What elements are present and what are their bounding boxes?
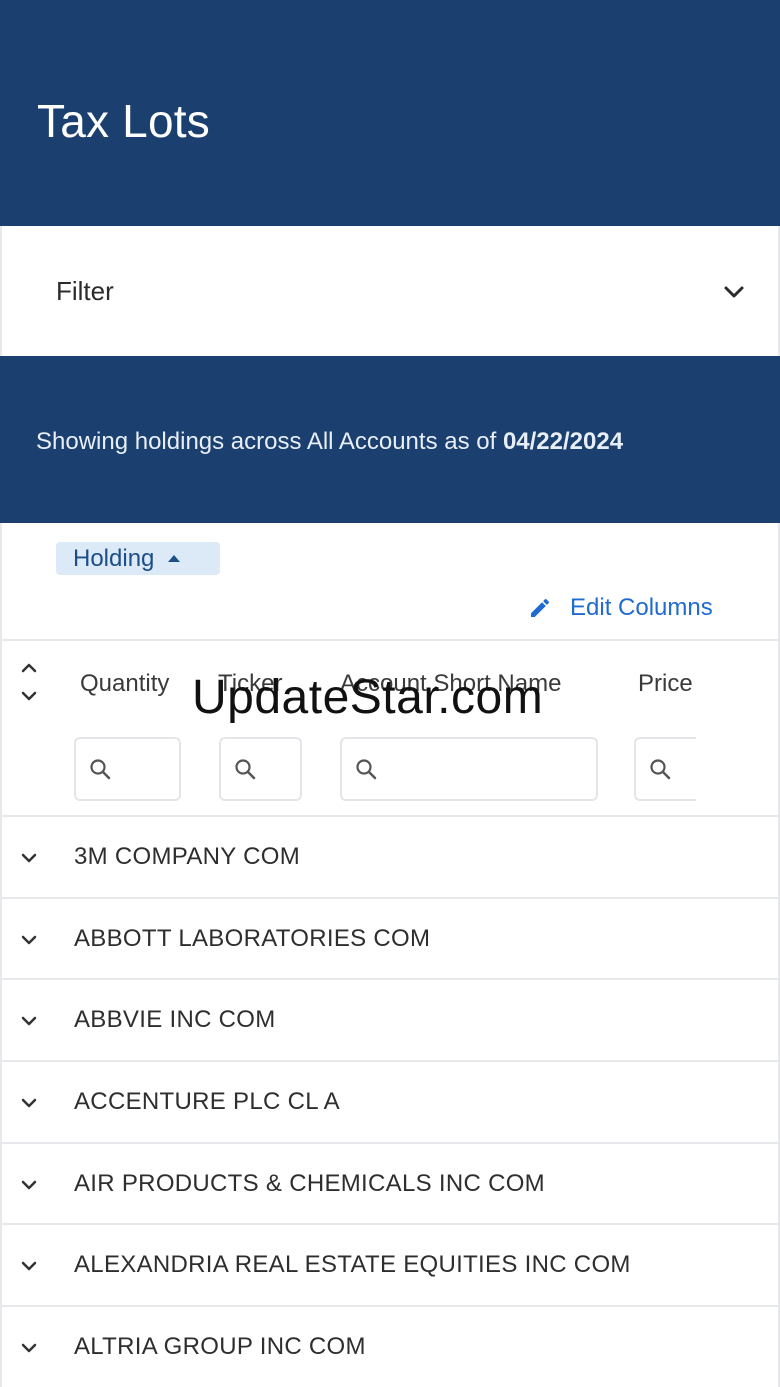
holding-name: ALTRIA GROUP INC COM	[74, 1332, 366, 1360]
chevron-down-icon[interactable]	[19, 1095, 39, 1111]
search-icon	[235, 759, 256, 780]
chevron-down-icon[interactable]	[19, 1177, 39, 1193]
holdings-list: 3M COMPANY COM ABBOTT LABORATORIES COM A…	[2, 817, 778, 1387]
table-header: Quantity Ticker Account Short Name Price	[2, 639, 778, 817]
holdings-banner: Showing holdings across All Accounts as …	[0, 356, 780, 523]
search-icon	[650, 759, 671, 780]
holding-name: ALEXANDRIA REAL ESTATE EQUITIES INC COM	[74, 1251, 631, 1279]
chevron-down-icon[interactable]	[19, 1013, 39, 1029]
holding-name: ACCENTURE PLC CL A	[74, 1087, 340, 1115]
holdings-summary: Showing holdings across All Accounts as …	[36, 428, 623, 456]
chevron-down-icon[interactable]	[720, 278, 748, 306]
chevron-down-icon[interactable]	[19, 850, 39, 866]
search-icon	[90, 759, 111, 780]
expand-collapse-all-icon[interactable]	[18, 659, 40, 705]
ticker-search-input[interactable]	[219, 737, 302, 801]
as-of-date: 04/22/2024	[502, 428, 624, 455]
holding-name: AIR PRODUCTS & CHEMICALS INC COM	[74, 1169, 545, 1197]
table-row[interactable]: ALTRIA GROUP INC COM	[2, 1307, 778, 1387]
group-chip-label: Holding	[73, 544, 155, 572]
table-row[interactable]: ACCENTURE PLC CL A	[2, 1062, 778, 1144]
filter-toggle[interactable]: Filter	[0, 226, 780, 356]
table-row[interactable]: ABBVIE INC COM	[2, 980, 778, 1063]
chevron-down-icon[interactable]	[19, 1340, 39, 1356]
column-header-quantity[interactable]: Quantity	[80, 670, 169, 698]
table-row[interactable]: ALEXANDRIA REAL ESTATE EQUITIES INC COM	[2, 1225, 778, 1308]
chevron-down-icon[interactable]	[19, 1258, 39, 1274]
caret-up-icon	[168, 555, 181, 562]
price-search-input[interactable]	[634, 737, 696, 801]
watermark: UpdateStar.com	[192, 671, 544, 724]
account-short-name-search-input[interactable]	[340, 737, 598, 801]
holdings-summary-text: Showing holdings across All Accounts as …	[36, 428, 503, 455]
tax-lots-content: Holding Edit Columns Quantity Ticker Acc…	[0, 523, 780, 1387]
holding-name: ABBOTT LABORATORIES COM	[74, 924, 431, 952]
holding-name: ABBVIE INC COM	[74, 1006, 276, 1034]
table-row[interactable]: ABBOTT LABORATORIES COM	[2, 899, 778, 981]
group-by-holding-chip[interactable]: Holding	[56, 542, 220, 575]
page-title: Tax Lots	[37, 95, 210, 147]
search-icon	[356, 759, 377, 780]
holding-name: 3M COMPANY COM	[74, 842, 301, 870]
column-header-price[interactable]: Price	[638, 670, 693, 698]
table-row[interactable]: AIR PRODUCTS & CHEMICALS INC COM	[2, 1144, 778, 1226]
quantity-search-input[interactable]	[74, 737, 181, 801]
chevron-down-icon[interactable]	[19, 932, 39, 948]
page-header: Tax Lots	[0, 0, 780, 226]
edit-columns-label: Edit Columns	[570, 594, 713, 621]
pencil-icon	[531, 598, 550, 617]
filter-label: Filter	[56, 276, 114, 306]
edit-columns-button[interactable]: Edit Columns	[528, 593, 713, 623]
table-row[interactable]: 3M COMPANY COM	[2, 817, 778, 899]
